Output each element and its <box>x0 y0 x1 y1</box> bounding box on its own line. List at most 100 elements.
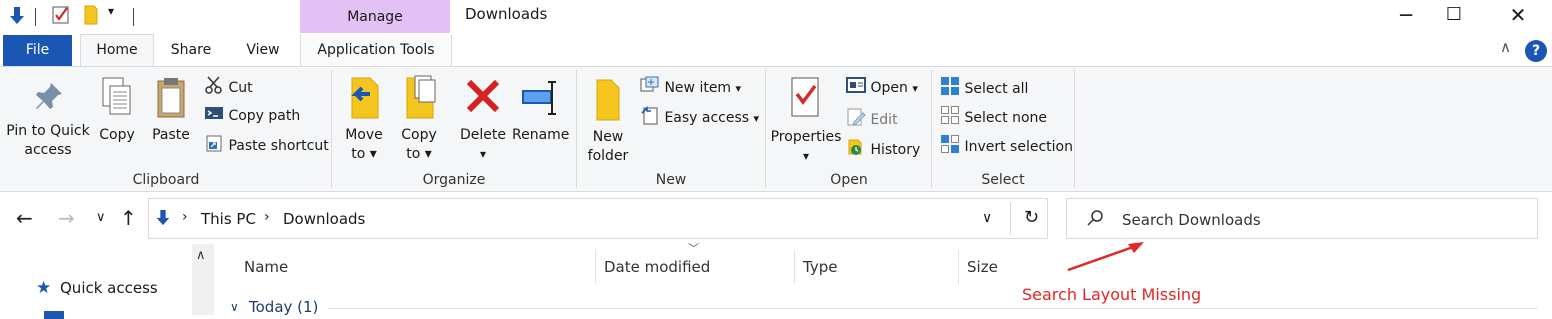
tab-home[interactable]: Home <box>80 34 154 66</box>
pin-icon <box>6 80 90 122</box>
easy-access-dropdown-chevron-icon: ▾ <box>753 112 760 125</box>
up-arrow-icon[interactable]: ↑ <box>120 206 137 230</box>
new-item-dropdown-chevron-icon: ▾ <box>735 82 742 95</box>
column-header-date-modified[interactable]: Date modified <box>604 258 710 276</box>
properties-button[interactable]: Properties ▾ <box>770 76 842 166</box>
customize-toolbar-chevron-icon[interactable]: ▾ <box>108 4 114 18</box>
new-folder-button[interactable]: New folder <box>586 76 630 166</box>
group-separator <box>765 70 766 188</box>
copy-to-button[interactable]: Copy to ▾ <box>396 74 442 164</box>
breadcrumb-separator-icon[interactable]: › <box>182 209 188 225</box>
recent-locations-chevron-icon[interactable]: ∨ <box>96 210 106 225</box>
paste-shortcut-icon <box>204 134 224 158</box>
column-header-name[interactable]: Name <box>244 258 288 276</box>
manage-context-header: Manage <box>300 0 450 33</box>
group-label-organize: Organize <box>422 172 486 188</box>
address-history-chevron-icon[interactable]: ∨ <box>982 210 992 226</box>
invert-selection-label: Invert selection <box>964 139 1073 155</box>
toolbar-separator <box>133 8 134 26</box>
group-label-open: Open <box>830 172 868 188</box>
group-collapse-chevron-icon[interactable]: ∨ <box>230 300 239 314</box>
address-divider <box>1010 202 1011 235</box>
invert-selection-icon <box>940 134 960 160</box>
new-folder-label-line1: New <box>592 129 624 145</box>
copy-path-label: Copy path <box>228 108 301 124</box>
sort-indicator-icon: ﹀ <box>688 242 699 255</box>
column-separator[interactable] <box>958 250 959 284</box>
open-window-icon <box>846 77 866 99</box>
close-button[interactable]: ✕ <box>1498 3 1538 29</box>
new-item-button[interactable]: New item ▾ <box>640 76 741 100</box>
search-icon <box>1086 209 1104 231</box>
group-label-clipboard: Clipboard <box>132 172 200 188</box>
breadcrumb-this-pc[interactable]: This PC <box>201 210 256 228</box>
tab-file[interactable]: File <box>3 35 72 66</box>
back-arrow-icon[interactable]: ← <box>16 206 33 230</box>
breadcrumb-separator-icon[interactable]: › <box>264 209 270 225</box>
column-separator[interactable] <box>794 250 795 284</box>
maximize-button[interactable]: ☐ <box>1434 3 1474 29</box>
open-button[interactable]: Open ▾ <box>846 77 918 99</box>
easy-access-label: Easy access <box>664 110 750 126</box>
copy-button[interactable]: Copy <box>95 76 139 145</box>
rename-button[interactable]: Rename <box>512 76 569 145</box>
nav-item-quick-access[interactable]: Quick access <box>60 279 158 297</box>
collapse-ribbon-icon[interactable]: ∧ <box>1500 38 1511 56</box>
downloads-location-icon <box>155 209 171 231</box>
easy-access-button[interactable]: Easy access ▾ <box>640 105 759 131</box>
group-header-today[interactable]: Today (1) <box>249 298 318 316</box>
pin-to-quick-access-button[interactable]: Pin to Quick access <box>6 80 90 160</box>
move-to-icon <box>340 74 388 126</box>
properties-icon <box>770 76 842 128</box>
column-separator[interactable] <box>595 250 596 284</box>
select-all-icon <box>940 76 960 102</box>
copy-path-button[interactable]: Copy path <box>204 105 300 127</box>
paste-shortcut-button[interactable]: Paste shortcut <box>204 134 329 158</box>
group-label-new: New <box>655 172 687 188</box>
delete-button[interactable]: Delete ▾ <box>458 76 508 164</box>
minimize-button[interactable]: ─ <box>1386 3 1426 29</box>
edit-pencil-icon <box>846 107 866 133</box>
pin-label-line1: Pin to Quick <box>6 123 90 139</box>
nav-item-desktop-icon[interactable] <box>44 311 64 319</box>
column-header-size[interactable]: Size <box>967 258 998 276</box>
scissors-icon <box>204 76 224 100</box>
forward-arrow-icon[interactable]: → <box>58 206 75 230</box>
history-clock-icon <box>846 137 866 163</box>
select-none-icon <box>940 105 960 131</box>
search-placeholder[interactable]: Search Downloads <box>1122 211 1261 229</box>
paste-label: Paste <box>152 127 190 143</box>
copy-icon <box>95 76 139 126</box>
properties-dropdown-chevron-icon[interactable]: ▾ <box>770 147 842 166</box>
pin-label-line2: access <box>24 142 72 158</box>
tab-application-tools[interactable]: Application Tools <box>300 35 452 66</box>
quick-access-star-icon: ★ <box>36 278 52 298</box>
invert-selection-button[interactable]: Invert selection <box>940 134 1073 160</box>
edit-button[interactable]: Edit <box>846 107 898 133</box>
paste-button[interactable]: Paste <box>148 76 194 145</box>
new-item-label: New item <box>664 80 732 96</box>
properties-label: Properties <box>770 129 842 145</box>
new-folder-icon[interactable] <box>83 5 99 29</box>
new-folder-label-line2: folder <box>587 148 629 164</box>
delete-dropdown-chevron-icon[interactable]: ▾ <box>458 145 508 164</box>
tab-view[interactable]: View <box>232 35 294 66</box>
copy-to-icon <box>396 74 442 126</box>
group-separator <box>576 70 577 188</box>
select-none-button[interactable]: Select none <box>940 105 1047 131</box>
cut-button[interactable]: Cut <box>204 76 253 100</box>
tab-share[interactable]: Share <box>160 35 222 66</box>
downloads-arrow-icon[interactable] <box>8 6 26 30</box>
help-icon[interactable]: ? <box>1525 40 1547 62</box>
properties-check-icon[interactable] <box>52 5 72 29</box>
history-button[interactable]: History <box>846 137 920 163</box>
column-header-type[interactable]: Type <box>803 258 837 276</box>
move-to-button[interactable]: Move to ▾ <box>340 74 388 164</box>
scroll-up-chevron-icon[interactable]: ∧ <box>196 248 206 263</box>
select-all-button[interactable]: Select all <box>940 76 1028 102</box>
breadcrumb-downloads[interactable]: Downloads <box>283 210 365 228</box>
group-separator <box>931 70 932 188</box>
annotation-arrow-icon <box>1064 238 1154 278</box>
refresh-icon[interactable]: ↻ <box>1024 207 1039 228</box>
open-label: Open <box>870 80 908 96</box>
